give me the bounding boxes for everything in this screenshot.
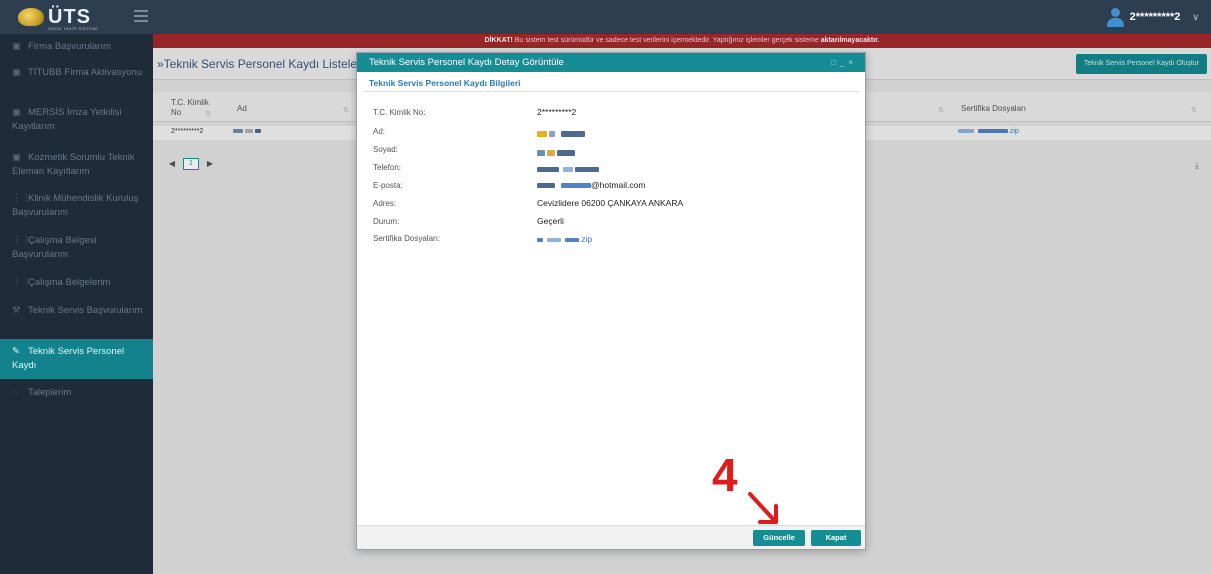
app-logo[interactable]: ÜTS ÜRÜN TAKİP SİSTEMİ — [0, 0, 130, 34]
sidebar-item-calisma-belgelerim[interactable]: ⋮⋮Çalışma Belgelerim — [0, 276, 153, 290]
label-soyad: Soyad: — [373, 145, 398, 154]
wrench-icon: ⚒ — [12, 305, 21, 316]
label-telefon: Telefon: — [373, 163, 402, 172]
sidebar-item-teknik-servis-basvurulari[interactable]: ⚒ Teknik Servis Başvurularım — [0, 304, 153, 318]
sitemap-icon: ⋮⋮ — [12, 277, 31, 288]
section-divider — [363, 91, 859, 92]
update-button[interactable]: Güncelle — [753, 530, 805, 546]
value-telefon-redacted — [537, 164, 599, 174]
sidebar-item-mersis[interactable]: ▣ MERSİS İmza Yetkilisi Kayıtlarım — [0, 106, 153, 134]
value-tc: 2*********2 — [537, 107, 577, 117]
sidebar-item-label: TİTUBB Firma Aktivasyonu — [28, 67, 143, 78]
maximize-icon[interactable]: □ — [831, 58, 840, 67]
folder-icon: ▣ — [12, 41, 21, 52]
modal-title: Teknik Servis Personel Kaydı Detay Görün… — [369, 57, 564, 68]
sidebar-item-label: Klinik Mühendislik Kuruluş Başvurularım — [12, 193, 139, 218]
sidebar-item-label: Çalışma Belgelerim — [28, 277, 111, 288]
logo-emblem-icon — [18, 8, 44, 26]
sidebar-item-label: Teknik Servis Başvurularım — [28, 305, 143, 316]
logo-subtitle: ÜRÜN TAKİP SİSTEMİ — [48, 26, 98, 31]
menu-toggle-icon[interactable] — [134, 10, 148, 22]
modal-header: Teknik Servis Personel Kaydı Detay Görün… — [357, 53, 865, 72]
sidebar-item-calisma-belgesi[interactable]: ⋮⋮Çalışma Belgesi Başvurularım — [0, 234, 153, 262]
chat-icon: ◌ — [12, 387, 18, 398]
close-icon[interactable]: × — [848, 58, 857, 67]
user-menu[interactable]: 2*********2 ∨ — [1106, 6, 1199, 28]
value-soyad-redacted — [537, 147, 575, 157]
sidebar-item-kozmetik[interactable]: ▣ Kozmetik Sorumlu Teknik Eleman Kayıtlar… — [0, 151, 153, 179]
folder-icon: ▣ — [12, 67, 21, 78]
close-button[interactable]: Kapat — [811, 530, 861, 546]
logo-text: ÜTS — [48, 6, 91, 28]
sidebar-item-klinik[interactable]: ⋮⋮Klinik Mühendislik Kuruluş Başvuruları… — [0, 192, 153, 220]
sidebar-item-teknik-servis-personel[interactable]: ✎ Teknik Servis Personel Kaydı — [0, 339, 153, 379]
sidebar-item-label: Kozmetik Sorumlu Teknik Eleman Kayıtları… — [12, 152, 135, 177]
sidebar-item-taleplerim[interactable]: ◌ Taleplerim — [0, 386, 153, 400]
user-icon — [1106, 7, 1124, 27]
annotation-arrow-icon — [748, 492, 778, 524]
sidebar-item-label: MERSİS İmza Yetkilisi Kayıtlarım — [12, 107, 122, 132]
folder-icon: ▣ — [12, 107, 21, 118]
annotation-step-number: 4 — [712, 449, 738, 501]
sitemap-icon: ⋮⋮ — [12, 235, 31, 246]
pencil-icon: ✎ — [12, 346, 20, 357]
value-ad-redacted — [537, 128, 585, 138]
chevron-down-icon: ∨ — [1192, 11, 1199, 22]
label-durum: Durum: — [373, 217, 400, 226]
sitemap-icon: ⋮⋮ — [12, 193, 31, 204]
detail-modal: Teknik Servis Personel Kaydı Detay Görün… — [356, 52, 866, 550]
folder-icon: ▣ — [12, 152, 21, 163]
sidebar-item-label: Firma Başvurularım — [28, 41, 111, 52]
value-adres: Cevizlidere 06200 ÇANKAYA ANKARA — [537, 198, 684, 208]
top-navbar: ÜTS ÜRÜN TAKİP SİSTEMİ 2*********2 ∨ — [0, 0, 1211, 34]
modal-footer: Güncelle Kapat — [357, 525, 865, 549]
section-title: Teknik Servis Personel Kaydı Bilgileri — [369, 78, 521, 88]
label-adres: Adres: — [373, 199, 397, 208]
value-eposta: @hotmail.com — [537, 180, 645, 190]
sidebar-item-titubb[interactable]: ▣ TİTUBB Firma Aktivasyonu — [0, 66, 153, 80]
sidebar: ▣ Firma Başvurularım ▣ TİTUBB Firma Aktiva… — [0, 34, 153, 574]
label-tc: T.C. Kimlik No: — [373, 108, 426, 117]
label-ad: Ad: — [373, 127, 386, 136]
value-sertifika-file-link[interactable]: .zip — [537, 234, 592, 244]
value-durum: Geçerli — [537, 216, 564, 226]
label-eposta: E-posta: — [373, 181, 403, 190]
sidebar-item-label: Teknik Servis Personel Kaydı — [12, 346, 125, 371]
label-sertifika: Sertifika Dosyaları: — [373, 234, 441, 243]
sidebar-item-label: Taleplerim — [28, 387, 72, 398]
modal-window-controls: □_× — [831, 53, 857, 72]
sidebar-item-firma-basvurularim[interactable]: ▣ Firma Başvurularım — [0, 40, 153, 54]
user-id: 2*********2 — [1129, 11, 1181, 23]
